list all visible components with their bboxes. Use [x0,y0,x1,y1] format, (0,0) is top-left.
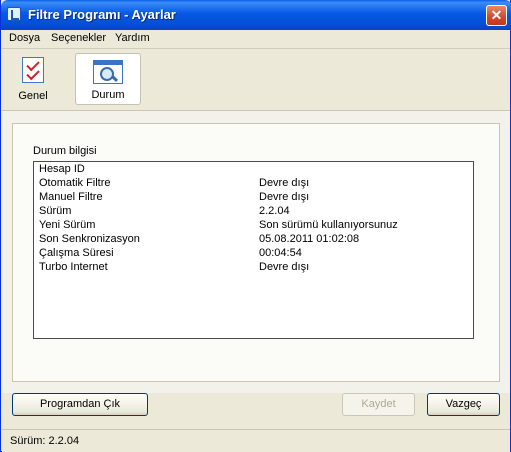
row-key: Yeni Sürüm [39,219,96,231]
row-value: Devre dışı [259,191,310,203]
row-value: Devre dışı [259,261,310,273]
checklist-icon [22,57,44,83]
tab-genel-label: Genel [18,90,48,102]
status-list[interactable]: Hesap ID Otomatik Filtre Devre dışı Manue… [33,161,474,339]
magnifier-icon [93,60,123,84]
row-key: Son Senkronizasyon [39,233,140,245]
app-icon [7,7,21,21]
row-key: Hesap ID [39,163,85,175]
row-value: 2.2.04 [259,205,290,217]
exit-program-button[interactable]: Programdan Çık [12,393,148,416]
panel-heading: Durum bilgisi [33,145,97,157]
row-key: Turbo Internet [39,261,108,273]
menu-secenekler[interactable]: Seçenekler [51,32,106,44]
cancel-button[interactable]: Vazgeç [427,393,500,416]
row-key: Otomatik Filtre [39,177,111,189]
status-bar: Sürüm: 2.2.04 [2,429,510,452]
title-bar[interactable]: Filtre Programı - Ayarlar ✕ [1,0,511,30]
status-panel: Durum bilgisi Hesap ID Otomatik Filtre De… [12,123,500,382]
window-title: Filtre Programı - Ayarlar [28,7,176,22]
row-value: 00:04:54 [259,247,302,259]
status-version: Sürüm: 2.2.04 [10,435,80,447]
save-button[interactable]: Kaydet [342,393,415,416]
close-button[interactable]: ✕ [486,5,507,26]
tab-durum-label: Durum [91,89,125,101]
close-icon: ✕ [490,7,503,23]
row-key: Sürüm [39,205,72,217]
row-key: Çalışma Süresi [39,247,114,259]
menu-yardim[interactable]: Yardım [115,32,150,44]
tab-durum[interactable]: Durum [75,53,141,105]
row-value: Devre dışı [259,177,310,189]
menu-dosya[interactable]: Dosya [9,32,40,44]
menu-bar: Dosya Seçenekler Yardım [2,30,510,48]
row-key: Manuel Filtre [39,191,103,203]
row-value: Son sürümü kullanıyorsunuz [259,219,398,231]
row-value: 05.08.2011 01:02:08 [259,233,360,245]
settings-window: Filtre Programı - Ayarlar ✕ Dosya Seçene… [0,0,511,452]
content-area: Durum bilgisi Hesap ID Otomatik Filtre De… [2,110,510,393]
tab-genel[interactable]: Genel [7,53,59,105]
toolbar-divider [2,48,510,49]
